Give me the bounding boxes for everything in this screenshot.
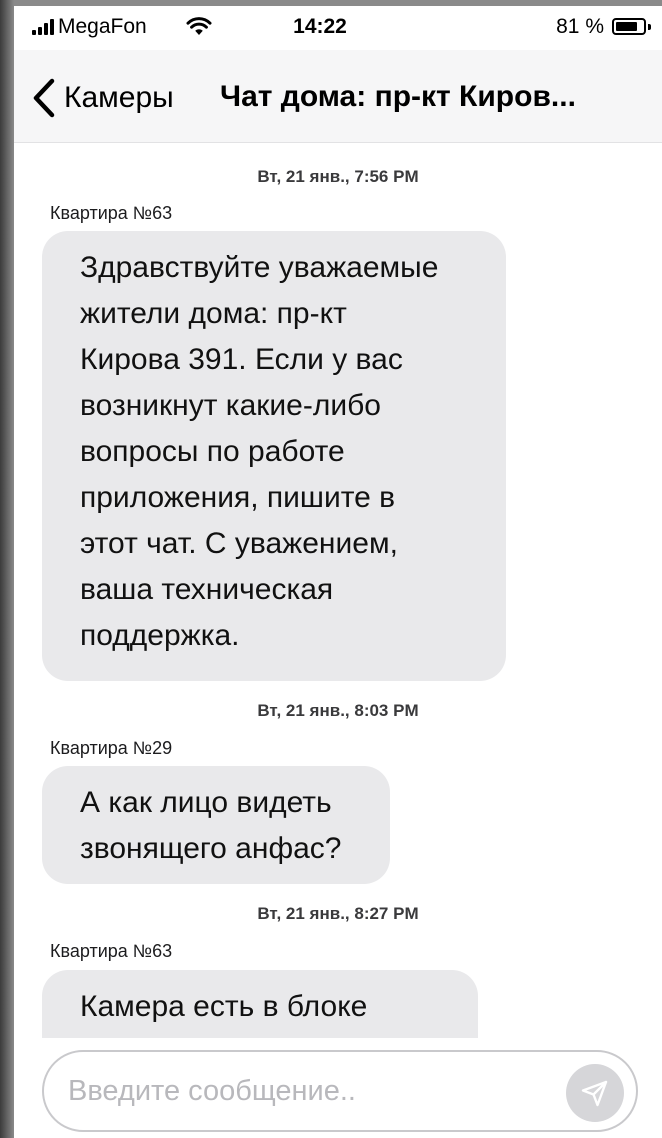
phone-screen: MegaFon 14:22 81 % Камеры Чат дома: пр-к… (14, 6, 662, 1138)
message-composer (14, 1038, 662, 1138)
send-icon (581, 1080, 608, 1107)
message-bubble[interactable]: А как лицо видеть звонящего анфас? (42, 766, 390, 884)
message-bubble[interactable]: Камера есть в блоке (42, 970, 478, 1038)
chevron-left-icon (33, 78, 55, 118)
back-button[interactable]: Камеры (32, 76, 174, 120)
navigation-bar: Камеры Чат дома: пр-кт Киров... (14, 50, 662, 143)
message-timestamp: Вт, 21 янв., 8:03 PM (257, 701, 419, 720)
photo-frame-left (0, 0, 14, 1138)
message-input[interactable] (42, 1050, 638, 1132)
battery-icon (612, 18, 646, 35)
message-sender: Квартира №63 (50, 203, 173, 223)
battery-tip (648, 24, 651, 30)
chat-messages[interactable]: Вт, 21 янв., 7:56 PM Квартира №63 Здравс… (14, 143, 662, 1038)
status-bar: MegaFon 14:22 81 % (14, 6, 662, 50)
message-timestamp: Вт, 21 янв., 7:56 PM (257, 167, 419, 186)
message-sender: Квартира №29 (50, 738, 173, 758)
send-button[interactable] (566, 1064, 624, 1122)
message-timestamp: Вт, 21 янв., 8:27 PM (257, 904, 419, 923)
message-sender: Квартира №63 (50, 941, 173, 961)
battery-fill (616, 22, 637, 31)
back-button-label: Камеры (64, 81, 174, 114)
chat-title: Чат дома: пр-кт Киров... (220, 80, 576, 113)
message-bubble[interactable]: Здравствуйте уважаемые жители дома: пр-к… (42, 231, 506, 681)
battery-percent: 81 % (556, 15, 604, 38)
